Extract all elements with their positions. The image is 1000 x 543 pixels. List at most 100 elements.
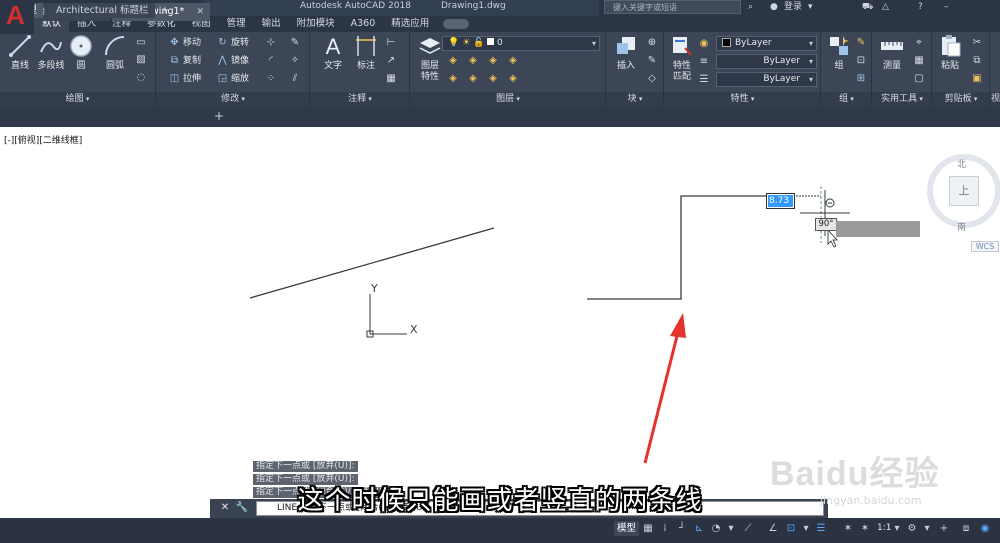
tab-manage[interactable]: 管理 <box>219 16 254 32</box>
layers-panel-title[interactable]: 图层 <box>411 92 605 106</box>
utilities-panel-title[interactable]: 实用工具 <box>873 92 931 106</box>
ortho-icon[interactable]: ⊾ <box>693 522 705 535</box>
snap-icon[interactable]: ⁞ <box>659 522 671 535</box>
group-button[interactable]: 组 <box>822 34 856 72</box>
cut-icon[interactable]: ✂ <box>971 37 983 49</box>
edit-block-icon[interactable]: ✎ <box>646 55 658 67</box>
properties-panel-title[interactable]: 特性 <box>665 92 820 106</box>
polyline-button[interactable]: 多段线 <box>34 34 68 72</box>
layer-tool-icon[interactable]: ◈ <box>507 73 519 85</box>
auto-scale-icon[interactable]: ✶ <box>859 522 871 535</box>
erase-icon[interactable]: ✎ <box>289 37 301 49</box>
tab-featured-apps[interactable]: 精选应用 <box>383 16 437 32</box>
line-button[interactable]: 直线 <box>3 34 37 72</box>
id-point-icon[interactable]: ⌖ <box>913 37 925 49</box>
wcs-menu-button[interactable]: WCS <box>971 241 999 252</box>
lineweight-toggle-icon[interactable]: ☰ <box>815 522 827 535</box>
trim-icon[interactable]: ⊹ <box>265 37 277 49</box>
leader-icon[interactable]: ⊢ <box>385 37 397 49</box>
group-select-icon[interactable]: ⊞ <box>855 73 867 85</box>
group-edit-icon[interactable]: ⊡ <box>855 55 867 67</box>
layer-tool-icon[interactable]: ◈ <box>487 55 499 67</box>
customize-statusbar-icon[interactable]: ◉ <box>979 522 991 535</box>
layer-tool-icon[interactable]: ◈ <box>467 55 479 67</box>
dynamic-length-input[interactable]: 8.73 <box>766 193 795 209</box>
close-tab-icon[interactable]: ✕ <box>196 3 204 21</box>
layer-tool-icon[interactable]: ◈ <box>507 55 519 67</box>
explode-icon[interactable]: ✧ <box>289 55 301 67</box>
move-button[interactable]: ✥ 移动 <box>169 35 201 51</box>
fillet-icon[interactable]: ◜ <box>265 55 277 67</box>
application-menu-button[interactable]: A <box>0 0 34 34</box>
view-panel-title[interactable]: 视 <box>991 92 1000 106</box>
a360-icon[interactable]: △ <box>882 0 889 16</box>
object-snap-dropdown-icon[interactable]: ▾ <box>800 522 812 535</box>
modify-panel-title[interactable]: 修改 <box>157 92 309 106</box>
copy-clip-icon[interactable]: ⧉ <box>971 55 983 67</box>
search-input[interactable]: 键入关键字或短语 <box>604 0 741 14</box>
match-properties-button[interactable]: 特性 匹配 <box>665 34 699 83</box>
model-space-button[interactable]: 模型 <box>614 521 640 536</box>
text-button[interactable]: A 文字 <box>316 34 350 72</box>
color-dropdown[interactable]: ByLayer <box>716 36 817 51</box>
layer-tool-icon[interactable]: ◈ <box>487 73 499 85</box>
layer-tool-icon[interactable]: ◈ <box>447 55 459 67</box>
login-dropdown-icon[interactable]: ▾ <box>808 0 813 16</box>
layer-dropdown[interactable]: 💡 ☀ 🔓 0 <box>442 36 600 51</box>
add-layout-icon[interactable]: + <box>155 3 175 18</box>
annotation-visibility-icon[interactable]: ✶ <box>842 522 854 535</box>
polar-tracking-icon[interactable]: ◔ <box>710 522 722 535</box>
clipboard-panel-title[interactable]: 剪贴板 <box>933 92 989 106</box>
rectangle-icon[interactable]: ▭ <box>135 37 147 49</box>
isodraft-icon[interactable]: ⟋ <box>742 522 754 535</box>
offset-icon[interactable]: ⫽ <box>289 73 301 85</box>
insert-button[interactable]: 插入 <box>609 34 643 72</box>
draw-more-icon[interactable]: ◌ <box>135 72 147 84</box>
rotate-button[interactable]: ↻ 旋转 <box>217 35 249 51</box>
viewcube-top-face[interactable]: 上 <box>949 176 979 206</box>
tab-addins[interactable]: 附加模块 <box>289 16 343 32</box>
lineweight-dropdown[interactable]: ByLayer <box>716 72 817 87</box>
ungroup-icon[interactable]: ✎ <box>855 37 867 49</box>
workspace-gear-icon[interactable]: ⚙ <box>906 522 918 535</box>
help-icon[interactable]: ? <box>918 0 923 16</box>
object-snap-icon[interactable]: ⊡ <box>785 522 797 535</box>
create-block-icon[interactable]: ⊕ <box>646 37 658 49</box>
stretch-button[interactable]: ◫ 拉伸 <box>169 71 201 87</box>
tab-output[interactable]: 输出 <box>254 16 289 32</box>
viewport-controls[interactable]: [-][俯视][二维线框] <box>4 133 82 146</box>
tab-a360[interactable]: A360 <box>343 16 384 32</box>
circle-button[interactable]: 圆 <box>64 34 98 72</box>
isolate-objects-icon[interactable]: ⧈ <box>960 522 972 535</box>
select-all-icon[interactable]: ▢ <box>913 73 925 85</box>
annotation-panel-title[interactable]: 注释 <box>311 92 409 106</box>
copy-button[interactable]: ⧉ 复制 <box>169 53 201 69</box>
paste-button[interactable]: 粘贴 <box>933 34 967 72</box>
layer-tool-icon[interactable]: ◈ <box>467 73 479 85</box>
linetype-dropdown[interactable]: ByLayer <box>716 54 817 69</box>
block-panel-title[interactable]: 块 <box>607 92 663 106</box>
tab-layout-architectural[interactable]: Architectural 标题栏 <box>50 3 155 18</box>
polar-dropdown-icon[interactable]: ▾ <box>725 522 737 535</box>
measure-button[interactable]: 测量 <box>875 34 909 72</box>
infer-constraints-icon[interactable]: ┘ <box>676 522 688 535</box>
user-icon[interactable]: ● <box>770 0 778 16</box>
minimize-icon[interactable]: – <box>944 0 949 16</box>
match-clip-icon[interactable]: ▣ <box>971 73 983 85</box>
dimension-button[interactable]: 标注 <box>349 34 383 72</box>
workspace-dropdown-icon[interactable]: ▾ <box>921 522 933 535</box>
hatch-icon[interactable]: ▨ <box>135 54 147 66</box>
scale-button[interactable]: ◲ 缩放 <box>217 71 249 87</box>
viewcube-north[interactable]: 北 <box>957 157 966 170</box>
annotation-scale[interactable]: 1:1 <box>877 522 891 535</box>
ribbon-options-icon[interactable] <box>443 19 470 29</box>
cart-icon[interactable]: ⛟ <box>862 0 873 16</box>
object-snap-tracking-icon[interactable]: ∠ <box>767 522 779 535</box>
viewcube-south[interactable]: 南 <box>957 220 966 233</box>
new-tab-icon[interactable]: + <box>212 110 226 123</box>
grid-icon[interactable]: ▦ <box>642 522 654 535</box>
arc-button[interactable]: 圆弧 <box>98 34 132 72</box>
table-icon[interactable]: ▦ <box>385 73 397 85</box>
attribute-icon[interactable]: ◇ <box>646 73 658 85</box>
array-icon[interactable]: ⁘ <box>265 73 277 85</box>
